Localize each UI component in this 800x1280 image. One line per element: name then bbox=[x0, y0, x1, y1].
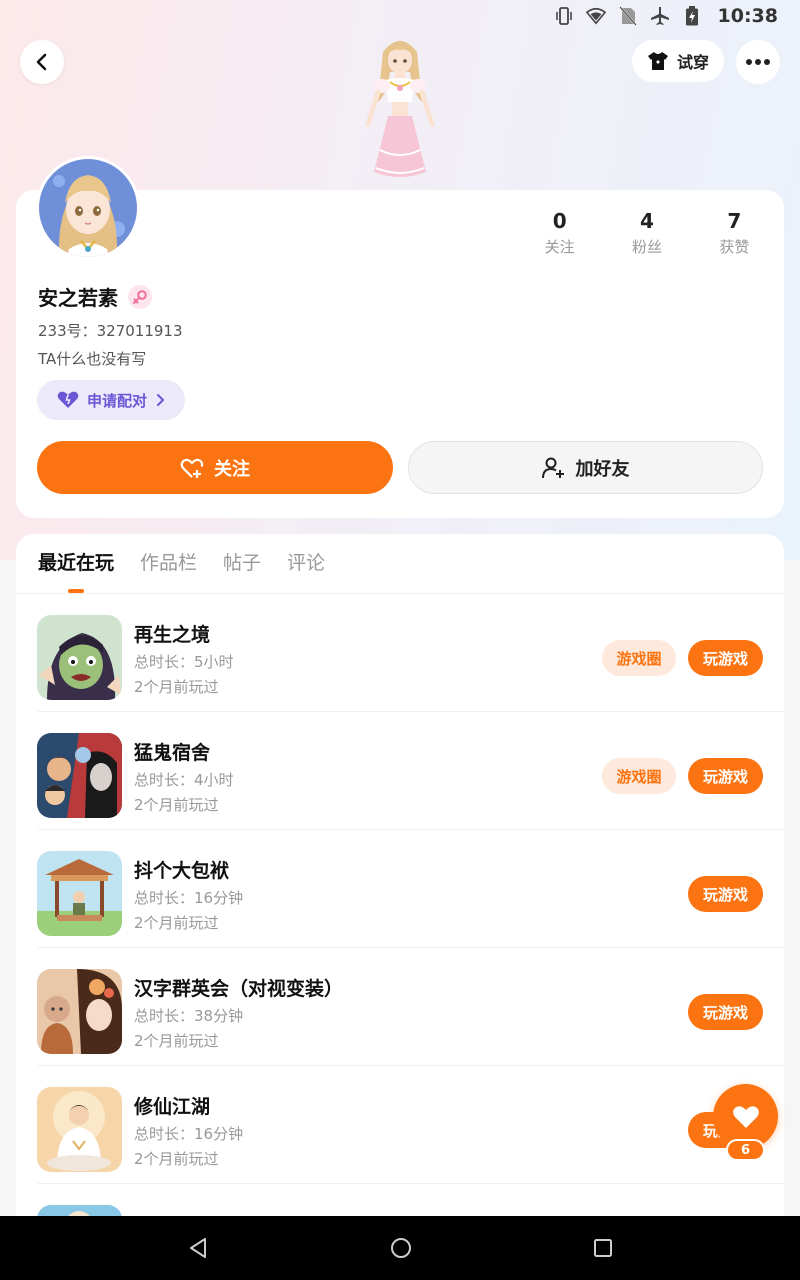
character-avatar-3d[interactable] bbox=[350, 32, 450, 192]
stat-likes-count: 7 bbox=[727, 209, 742, 233]
user-id: 233号：327011913 bbox=[38, 322, 183, 340]
game-icon-zaishengzhijing[interactable] bbox=[37, 615, 122, 700]
tab-posts[interactable]: 帖子 bbox=[223, 534, 261, 594]
game-icon-menggui-sushe[interactable] bbox=[37, 733, 122, 818]
game-icon-xiuxian-jianghu[interactable] bbox=[37, 1087, 122, 1172]
no-sim-icon bbox=[618, 6, 638, 26]
game-row[interactable]: 汉字群英会（对视变装） 总时长：38分钟 2个月前玩过 玩游戏 bbox=[16, 948, 784, 1066]
stat-followers-count: 4 bbox=[640, 209, 654, 233]
request-pair-label: 申请配对 bbox=[86, 391, 147, 410]
content-card: 最近在玩 作品栏 帖子 评论 再生之境 总时长：5小时 2个月前玩过 游戏圈 玩… bbox=[16, 534, 784, 1234]
follow-button[interactable]: 关注 bbox=[37, 441, 393, 494]
stat-followers-label: 粉丝 bbox=[631, 238, 662, 256]
game-last-played: 2个月前玩过 bbox=[134, 796, 219, 814]
avatar[interactable] bbox=[36, 156, 140, 260]
try-on-label: 试穿 bbox=[676, 53, 709, 72]
nav-back-icon[interactable] bbox=[187, 1236, 209, 1260]
game-duration: 总时长：38分钟 bbox=[134, 1007, 244, 1025]
tab-works[interactable]: 作品栏 bbox=[140, 534, 197, 594]
user-bio: TA什么也没有写 bbox=[38, 350, 147, 368]
nav-home-icon[interactable] bbox=[389, 1236, 413, 1260]
stat-likes[interactable]: 7 获赞 bbox=[691, 208, 778, 257]
like-count-badge: 6 bbox=[726, 1139, 765, 1161]
game-circle-button[interactable]: 游戏圈 bbox=[602, 640, 676, 676]
game-name: 再生之境 bbox=[134, 624, 211, 646]
female-gender-icon bbox=[128, 284, 152, 309]
game-duration: 总时长：5小时 bbox=[134, 653, 234, 671]
game-name: 抖个大包袱 bbox=[134, 860, 230, 882]
game-duration: 总时长：16分钟 bbox=[134, 889, 244, 907]
nav-recents-icon[interactable] bbox=[593, 1238, 613, 1258]
game-row[interactable]: 抖个大包袱 总时长：16分钟 2个月前玩过 玩游戏 bbox=[16, 830, 784, 948]
game-icon-dou-ge-da-baofu[interactable] bbox=[37, 851, 122, 936]
more-dots-icon bbox=[746, 59, 770, 65]
game-list: 再生之境 总时长：5小时 2个月前玩过 游戏圈 玩游戏 猛鬼宿舍 总时长：4小时… bbox=[16, 594, 784, 1234]
tab-comments[interactable]: 评论 bbox=[287, 534, 325, 594]
stat-following[interactable]: 0 关注 bbox=[516, 208, 603, 257]
follow-label: 关注 bbox=[214, 458, 250, 480]
game-row[interactable]: 修仙江湖 总时长：16分钟 2个月前玩过 玩游戏 bbox=[16, 1066, 784, 1184]
heart-plus-icon bbox=[180, 458, 204, 478]
game-icon-hanzi-qunyinghui[interactable] bbox=[37, 969, 122, 1054]
heart-icon bbox=[732, 1105, 759, 1128]
status-bar: 10:38 bbox=[0, 0, 800, 32]
add-user-icon bbox=[541, 457, 564, 478]
tab-label: 评论 bbox=[287, 552, 326, 574]
more-options-button[interactable] bbox=[736, 40, 780, 84]
wifi-icon bbox=[585, 6, 606, 26]
tab-label: 帖子 bbox=[223, 552, 262, 574]
vibrate-icon bbox=[554, 6, 574, 26]
game-duration: 总时长：4小时 bbox=[134, 771, 234, 789]
chevron-right-icon bbox=[157, 394, 165, 406]
tshirt-icon bbox=[647, 52, 668, 70]
name-row: 安之若素 bbox=[38, 282, 152, 311]
try-on-button[interactable]: 试穿 bbox=[632, 40, 724, 82]
game-last-played: 2个月前玩过 bbox=[134, 678, 219, 696]
game-name: 修仙江湖 bbox=[134, 1096, 211, 1118]
game-row[interactable]: 再生之境 总时长：5小时 2个月前玩过 游戏圈 玩游戏 bbox=[16, 594, 784, 712]
heart-icon bbox=[57, 391, 79, 408]
game-last-played: 2个月前玩过 bbox=[134, 1150, 219, 1168]
game-circle-button[interactable]: 游戏圈 bbox=[602, 758, 676, 794]
stat-following-count: 0 bbox=[552, 209, 567, 233]
system-navigation-bar bbox=[0, 1216, 800, 1280]
airplane-icon bbox=[650, 6, 670, 26]
stat-following-label: 关注 bbox=[544, 238, 575, 256]
play-game-button[interactable]: 玩游戏 bbox=[688, 876, 763, 912]
add-friend-button[interactable]: 加好友 bbox=[408, 441, 763, 494]
request-pair-button[interactable]: 申请配对 bbox=[37, 380, 185, 420]
stat-likes-label: 获赞 bbox=[719, 238, 750, 256]
tab-label: 作品栏 bbox=[140, 552, 198, 574]
play-game-button[interactable]: 玩游戏 bbox=[688, 758, 763, 794]
play-game-button[interactable]: 玩游戏 bbox=[688, 994, 763, 1030]
tab-label: 最近在玩 bbox=[38, 552, 115, 574]
game-name: 猛鬼宿舍 bbox=[134, 742, 211, 764]
add-friend-label: 加好友 bbox=[575, 458, 630, 480]
battery-icon bbox=[682, 6, 702, 26]
game-last-played: 2个月前玩过 bbox=[134, 914, 219, 932]
game-last-played: 2个月前玩过 bbox=[134, 1032, 219, 1050]
profile-stats: 0 关注 4 粉丝 7 获赞 bbox=[516, 208, 778, 257]
tab-recently-played[interactable]: 最近在玩 bbox=[38, 534, 114, 594]
play-game-button[interactable]: 玩游戏 bbox=[688, 640, 763, 676]
stat-followers[interactable]: 4 粉丝 bbox=[603, 208, 690, 257]
game-name: 汉字群英会（对视变装） bbox=[134, 978, 344, 1000]
back-button[interactable] bbox=[20, 40, 64, 84]
username: 安之若素 bbox=[38, 286, 118, 310]
chevron-left-icon bbox=[36, 53, 47, 71]
profile-card: 0 关注 4 粉丝 7 获赞 安之若素 233号：327011913 TA什么也… bbox=[16, 190, 784, 518]
avatar-image bbox=[39, 159, 137, 257]
status-time: 10:38 bbox=[717, 5, 778, 27]
game-row[interactable]: 猛鬼宿舍 总时长：4小时 2个月前玩过 游戏圈 玩游戏 bbox=[16, 712, 784, 830]
game-duration: 总时长：16分钟 bbox=[134, 1125, 244, 1143]
profile-tabs: 最近在玩 作品栏 帖子 评论 bbox=[38, 534, 325, 594]
